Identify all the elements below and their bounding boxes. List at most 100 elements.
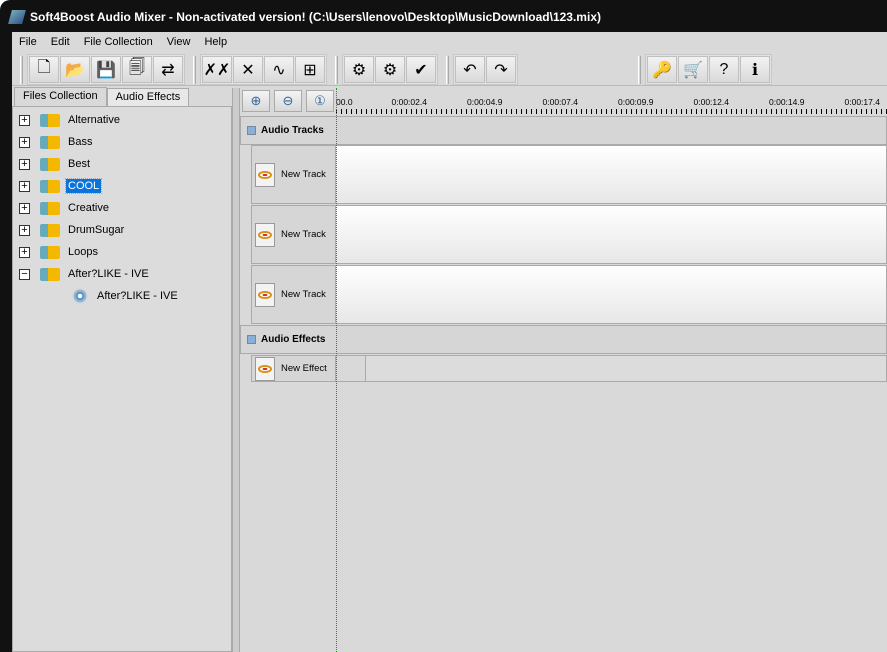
ruler-label: 0:00:09.9 [618,97,654,107]
audio-track[interactable]: New Track [251,145,887,204]
eye-icon [258,364,272,373]
audio-track[interactable]: New Track [251,205,887,264]
tree-leaf-label: After?LIKE - IVE [97,290,178,302]
tab-audio-effects[interactable]: Audio Effects [106,88,190,106]
toolbar-group: ↶ ↷ [453,54,518,85]
folder-icon [40,135,60,149]
toolbar-group: 🗋 📂 💾 🗐 ⇄ [27,54,185,85]
folder-icon [40,245,60,259]
visibility-toggle[interactable] [255,162,275,187]
tree-node[interactable]: + Loops [13,241,231,263]
expand-icon[interactable]: + [19,202,30,214]
visibility-toggle[interactable] [255,356,275,381]
expand-icon[interactable]: + [19,246,30,258]
delete-all-button[interactable]: ✗✗ [202,56,232,83]
window-title: Soft4Boost Audio Mixer - Non-activated v… [30,10,601,24]
track-lane[interactable] [336,146,886,203]
new-button[interactable]: 🗋 [29,56,59,83]
ruler-label: 0:00:02.4 [391,97,427,107]
visibility-toggle[interactable] [255,282,275,307]
help-button[interactable]: ? [709,56,739,83]
export-icon: ⇄ [161,61,175,79]
toolbar-grip [446,55,449,84]
redo-button[interactable]: ↷ [486,56,516,83]
expand-icon[interactable]: + [19,158,30,170]
timeline-panel: ⊕ ⊖ ① 00.0 0:00:02.4 0:00:04.9 0:00:07.4 0:0… [240,88,887,652]
effect-cell[interactable] [336,356,366,381]
collapse-icon[interactable] [247,126,256,135]
undo-icon: ↶ [463,61,477,79]
info-button[interactable]: ℹ [740,56,770,83]
title-bar: Soft4Boost Audio Mixer - Non-activated v… [8,4,601,30]
eye-icon [258,230,272,239]
track-lane[interactable] [336,206,886,263]
menu-file[interactable]: File [12,36,44,48]
open-folder-button[interactable]: 📂 [60,56,90,83]
tree-leaf[interactable]: After?LIKE - IVE [13,285,231,307]
export-button[interactable]: ⇄ [153,56,183,83]
audio-effects-label: Audio Effects [261,334,326,345]
menu-help[interactable]: Help [197,36,234,48]
tree-node[interactable]: + DrumSugar [13,219,231,241]
collapse-icon[interactable] [247,335,256,344]
remove-effect-button[interactable]: ⚙ [344,56,374,83]
zoom-in-button[interactable]: ⊕ [242,90,270,112]
key-button[interactable]: 🔑 [647,56,677,83]
toolbar-grip [20,55,23,84]
expand-icon[interactable]: + [19,114,30,126]
eye-icon [258,290,272,299]
track-lane[interactable] [336,266,886,323]
toolbar-group: 🔑 🛒? ℹ [645,54,772,85]
effect-settings-button[interactable]: ⚙ [375,56,405,83]
time-ruler[interactable]: 00.0 0:00:02.4 0:00:04.9 0:00:07.4 0:00:09.9… [336,88,887,114]
expand-icon[interactable]: + [19,136,30,148]
app-window: Soft4Boost Audio Mixer - Non-activated v… [0,0,887,652]
undo-button[interactable]: ↶ [455,56,485,83]
tree-node[interactable]: + Bass [13,131,231,153]
expand-icon[interactable]: + [19,224,30,236]
apply-effect-icon: ✔ [414,61,428,79]
help-icon: ? [719,60,729,78]
apply-effect-button[interactable]: ✔ [406,56,436,83]
menu-file-collection[interactable]: File Collection [77,36,160,48]
delete-all-icon: ✗✗ [203,61,231,79]
save-as-button[interactable]: 🗐 [122,56,152,83]
audio-disc-icon [73,289,87,303]
menu-bar: File Edit File Collection View Help [12,32,234,52]
cart-icon: 🛒 [683,61,703,79]
ruler-ticks [336,109,887,114]
effect-track[interactable]: New Effect [251,355,887,382]
save-button[interactable]: 💾 [91,56,121,83]
effect-lane[interactable] [366,356,886,381]
zoom-reset-button[interactable]: ① [306,90,334,112]
toolbar-grip [335,55,338,84]
tree-node[interactable]: + COOL [13,175,231,197]
track-name: New Track [281,229,326,240]
menu-edit[interactable]: Edit [44,36,77,48]
tree-node[interactable]: + Best [13,153,231,175]
add-track-icon: ⊞ [303,61,317,79]
tree-node[interactable]: + Creative [13,197,231,219]
playhead-line[interactable] [336,88,337,652]
tree-node[interactable]: − After?LIKE - IVE [13,263,231,285]
tree-node-label: COOL [64,178,103,194]
collapse-icon[interactable]: − [19,268,30,280]
tree-node[interactable]: + Alternative [13,109,231,131]
zoom-out-button[interactable]: ⊖ [274,90,302,112]
left-panel: Files Collection Audio Effects + Alternat… [12,87,232,652]
audio-track[interactable]: New Track [251,265,887,324]
delete-button[interactable]: ✕ [233,56,263,83]
tab-files-collection[interactable]: Files Collection [14,87,107,106]
menu-view[interactable]: View [160,36,198,48]
visibility-toggle[interactable] [255,222,275,247]
toolbar-group: ⚙ ⚙ ✔ [342,54,438,85]
toolbar-group: ✗✗ ✕ ∿ ⊞ [200,54,327,85]
expand-icon[interactable]: + [19,180,30,192]
waveform-button[interactable]: ∿ [264,56,294,83]
track-header: New Track [252,146,336,203]
tree-node-label: After?LIKE - IVE [68,268,149,280]
save-icon: 💾 [96,61,116,79]
cart-button[interactable]: 🛒 [678,56,708,83]
panel-splitter[interactable] [232,88,240,652]
add-track-button[interactable]: ⊞ [295,56,325,83]
